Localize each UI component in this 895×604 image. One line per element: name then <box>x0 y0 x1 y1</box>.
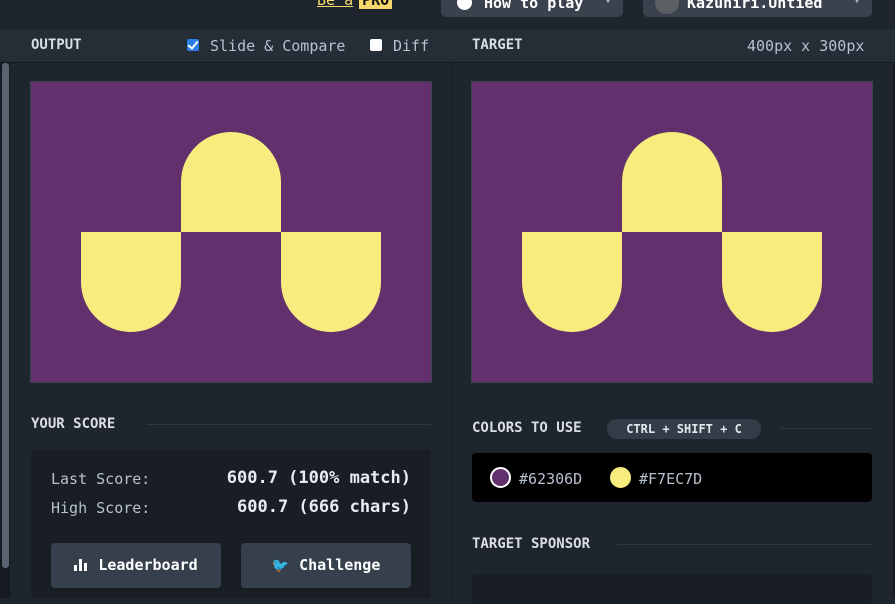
color-hex-purple[interactable]: #62306D <box>519 470 582 488</box>
last-score-label: Last Score: <box>51 470 151 488</box>
score-panel: Last Score: 600.7 (100% match) High Scor… <box>31 450 431 598</box>
diff-checkbox[interactable] <box>370 39 382 51</box>
bar-chart-icon <box>74 559 88 571</box>
leaderboard-label: Leaderboard <box>98 556 198 574</box>
colors-title: COLORS TO USE <box>472 420 582 436</box>
colors-panel: #62306D #F7EC7D <box>472 453 872 502</box>
slide-compare-checkbox[interactable] <box>187 39 199 51</box>
target-right-cup <box>722 232 822 332</box>
output-canvas[interactable] <box>30 81 432 383</box>
how-to-play-button[interactable]: How to play ▼ <box>441 0 623 17</box>
username: Kazuhiri.Untied <box>687 0 823 12</box>
output-top-dome <box>181 132 281 232</box>
target-title: TARGET <box>472 37 523 53</box>
challenge-label: Challenge <box>299 556 381 574</box>
pro-link-text[interactable]: Be a <box>317 0 353 9</box>
high-score-value: 600.7 (666 chars) <box>237 497 411 517</box>
target-left-cup <box>522 232 622 332</box>
chevron-down-icon: ▼ <box>604 0 611 6</box>
output-left-cup <box>81 232 181 332</box>
color-hex-yellow[interactable]: #F7EC7D <box>639 470 702 488</box>
divider <box>780 428 872 429</box>
diff-label[interactable]: Diff <box>393 37 429 55</box>
user-menu-button[interactable]: Kazuhiri.Untied ▼ <box>643 0 872 17</box>
twitter-icon: 🐦 <box>271 558 290 574</box>
info-icon <box>457 0 472 10</box>
slide-compare-label[interactable]: Slide & Compare <box>210 37 345 55</box>
pro-badge[interactable]: PRO <box>359 0 393 9</box>
scrollbar-thumb[interactable] <box>2 63 9 568</box>
color-swatch-purple[interactable] <box>490 467 511 488</box>
color-swatch-yellow[interactable] <box>610 467 631 488</box>
chevron-down-icon: ▼ <box>853 0 860 6</box>
panel-divider <box>451 63 452 598</box>
target-top-dome <box>622 132 722 232</box>
output-right-cup <box>281 232 381 332</box>
divider <box>147 424 431 425</box>
target-sponsor-title: TARGET SPONSOR <box>472 536 591 552</box>
target-dimensions: 400px x 300px <box>747 37 865 55</box>
be-a-pro-link[interactable]: Be a PRO <box>317 0 393 9</box>
last-score-value: 600.7 (100% match) <box>226 468 411 488</box>
panel-header: OUTPUT Slide & Compare Diff TARGET 400px… <box>0 29 895 63</box>
your-score-title: YOUR SCORE <box>31 416 116 432</box>
leaderboard-button[interactable]: Leaderboard <box>51 543 221 588</box>
scrollbar[interactable] <box>0 63 10 598</box>
avatar <box>655 0 679 14</box>
sponsor-panel <box>472 574 872 604</box>
challenge-button[interactable]: 🐦 Challenge <box>241 543 411 588</box>
divider <box>617 544 872 545</box>
top-bar: Be a PRO How to play ▼ Kazuhiri.Untied ▼ <box>0 0 895 29</box>
target-canvas <box>471 81 873 383</box>
high-score-label: High Score: <box>51 499 151 517</box>
copy-colors-shortcut: CTRL + SHIFT + C <box>607 419 761 439</box>
output-title: OUTPUT <box>31 37 82 53</box>
how-to-play-label: How to play <box>484 0 584 12</box>
